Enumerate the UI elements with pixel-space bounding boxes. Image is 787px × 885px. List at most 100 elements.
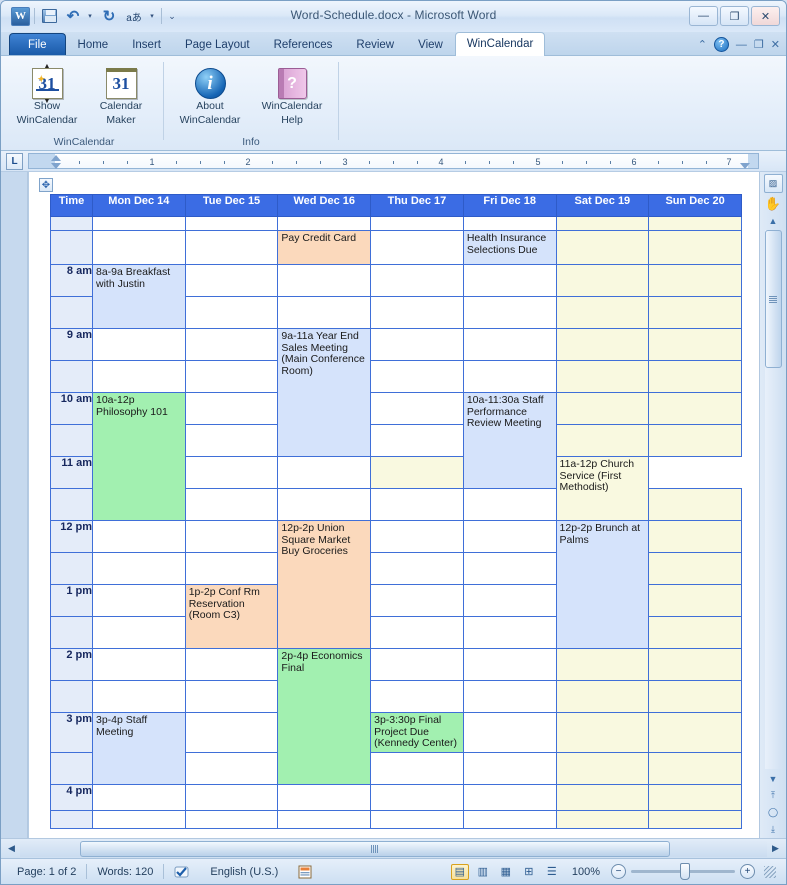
event-breakfast-with-justin[interactable]: 8a-9a Breakfast with Justin bbox=[92, 264, 186, 329]
event-philosophy-101[interactable]: 10a-12p Philosophy 101 bbox=[92, 392, 186, 521]
cell-sat-2pm[interactable] bbox=[555, 648, 650, 681]
previous-page-button[interactable]: ⤒ bbox=[763, 787, 784, 804]
proofing-check-icon[interactable] bbox=[164, 862, 200, 882]
cell-sun-1030am[interactable] bbox=[648, 424, 742, 457]
doc-close-icon[interactable]: ✕ bbox=[771, 38, 780, 51]
cell-thu-230pm[interactable] bbox=[370, 680, 464, 713]
cell-fri-9am[interactable] bbox=[462, 328, 557, 361]
cell-sun-4pm[interactable] bbox=[648, 783, 742, 811]
cell-thu-1030am[interactable] bbox=[370, 424, 464, 457]
cell-fri-430pm[interactable] bbox=[462, 809, 557, 829]
cell-sat-230pm[interactable] bbox=[555, 680, 650, 713]
event-conf-rm-reservation[interactable]: 1p-2p Conf Rm Reservation (Room C3) bbox=[184, 584, 279, 649]
restore-button[interactable]: ❐ bbox=[720, 6, 749, 26]
cell-tue-430pm[interactable] bbox=[184, 809, 279, 829]
cell-thu-330pm[interactable] bbox=[370, 751, 464, 785]
event-staff-meeting[interactable]: 3p-4p Staff Meeting bbox=[92, 712, 186, 785]
vertical-scroll-thumb[interactable] bbox=[764, 230, 782, 368]
cell-thu-allday[interactable] bbox=[370, 230, 464, 265]
cell-tue-8am[interactable] bbox=[184, 264, 279, 297]
cell-tue-12pm[interactable] bbox=[184, 520, 279, 553]
zoom-level[interactable]: 100% bbox=[566, 866, 606, 878]
weekly-schedule-table[interactable]: Time Mon Dec 14 Tue Dec 15 Wed Dec 16 Th… bbox=[50, 194, 742, 829]
cell-tue-9am[interactable] bbox=[184, 328, 279, 361]
horizontal-scrollbar[interactable]: ◀ ▶ bbox=[1, 838, 786, 858]
cell-sat-1130am[interactable] bbox=[648, 488, 742, 521]
cell-sat-1030am[interactable] bbox=[555, 424, 650, 457]
cell-tue-2pm[interactable] bbox=[184, 648, 279, 681]
show-wincalendar-button[interactable]: ▲ ✦ 31 ▼ Show WinCalendar bbox=[11, 62, 83, 129]
cell-tue-330pm[interactable] bbox=[184, 751, 279, 785]
first-line-indent-marker[interactable] bbox=[51, 155, 61, 161]
cell-sun-8am[interactable] bbox=[648, 264, 742, 297]
vertical-scrollbar[interactable]: ▨ ✋ ▲ ▼ ⤒ ◯ ⤓ bbox=[759, 172, 786, 838]
cell-sun-1pm[interactable] bbox=[648, 584, 742, 617]
cell-fri-1pm[interactable] bbox=[462, 584, 557, 617]
macro-record-icon[interactable] bbox=[288, 862, 323, 882]
cell-wed-830am[interactable] bbox=[277, 296, 372, 329]
cell-thu-10am[interactable] bbox=[370, 392, 464, 425]
cell-fri-1230pm[interactable] bbox=[462, 552, 557, 585]
cell-fri-830am[interactable] bbox=[462, 296, 557, 329]
cell-sat-830am[interactable] bbox=[555, 296, 650, 329]
resize-grip-icon[interactable] bbox=[764, 865, 776, 878]
cell-fri-4pm[interactable] bbox=[462, 783, 557, 811]
cell-sun-2pm[interactable] bbox=[648, 648, 742, 681]
cell-tue-1130am[interactable] bbox=[184, 488, 279, 521]
help-icon[interactable]: ? bbox=[713, 37, 729, 52]
cell-sun-430pm[interactable] bbox=[648, 809, 742, 829]
cell-sun-130pm[interactable] bbox=[648, 616, 742, 649]
cell-mon-930am[interactable] bbox=[92, 360, 186, 393]
scroll-up-button[interactable]: ▲ bbox=[763, 212, 784, 229]
tab-wincalendar[interactable]: WinCalendar bbox=[454, 32, 546, 56]
next-page-button[interactable]: ⤓ bbox=[763, 821, 784, 838]
cell-fri-230pm[interactable] bbox=[462, 680, 557, 713]
horizontal-scroll-thumb[interactable] bbox=[79, 840, 670, 857]
about-wincalendar-button[interactable]: i About WinCalendar bbox=[170, 65, 250, 129]
hand-icon[interactable]: ✋ bbox=[763, 195, 784, 212]
view-web-layout-button[interactable]: ▦ bbox=[497, 864, 515, 880]
doc-restore-icon[interactable]: ❐ bbox=[754, 38, 764, 51]
cell-mon-430pm[interactable] bbox=[92, 809, 186, 829]
event-union-square-market[interactable]: 12p-2p Union Square Market Buy Groceries bbox=[277, 520, 372, 649]
cell-thu-9am[interactable] bbox=[370, 328, 464, 361]
cell-mon-2pm[interactable] bbox=[92, 648, 186, 681]
cell-fri-allday-top[interactable] bbox=[462, 216, 557, 231]
minimize-button[interactable]: — bbox=[689, 6, 718, 26]
scroll-right-button[interactable]: ▶ bbox=[767, 841, 784, 857]
view-full-screen-reading-button[interactable]: ▥ bbox=[474, 864, 492, 880]
cell-wed-1130am[interactable] bbox=[277, 488, 372, 521]
zoom-out-button[interactable]: − bbox=[611, 864, 626, 879]
tab-page-layout[interactable]: Page Layout bbox=[173, 33, 262, 55]
cell-sat-8am[interactable] bbox=[555, 264, 650, 297]
tab-review[interactable]: Review bbox=[344, 33, 406, 55]
tab-references[interactable]: References bbox=[262, 33, 345, 55]
cell-sun-330pm[interactable] bbox=[648, 751, 742, 785]
event-health-insurance[interactable]: Health Insurance Selections Due bbox=[462, 230, 557, 265]
cell-sat-430pm[interactable] bbox=[555, 809, 650, 829]
horizontal-ruler[interactable]: 1 2 3 4 5 6 7 bbox=[28, 153, 759, 169]
cell-sun-230pm[interactable] bbox=[648, 680, 742, 713]
cell-sat-11am[interactable] bbox=[370, 456, 464, 489]
cell-sat-3pm[interactable] bbox=[555, 712, 650, 753]
wincalendar-help-button[interactable]: ? WinCalendar Help bbox=[252, 65, 332, 129]
tab-view[interactable]: View bbox=[406, 33, 455, 55]
tab-home[interactable]: Home bbox=[66, 33, 121, 55]
cell-tue-3pm[interactable] bbox=[184, 712, 279, 753]
cell-mon-130pm[interactable] bbox=[92, 616, 186, 649]
cell-thu-allday-top[interactable] bbox=[370, 216, 464, 231]
cell-mon-allday-top[interactable] bbox=[92, 216, 186, 231]
tab-file[interactable]: File bbox=[9, 33, 66, 55]
cell-sun-allday-top[interactable] bbox=[648, 216, 742, 231]
cell-tue-10am[interactable] bbox=[184, 392, 279, 425]
close-button[interactable]: ✕ bbox=[751, 6, 780, 26]
cell-sun-930am[interactable] bbox=[648, 360, 742, 393]
cell-tue-1230pm[interactable] bbox=[184, 552, 279, 585]
cell-thu-1230pm[interactable] bbox=[370, 552, 464, 585]
cell-sat-10am[interactable] bbox=[555, 392, 650, 425]
table-move-handle[interactable]: ✥ bbox=[39, 178, 53, 192]
cell-fri-130pm[interactable] bbox=[462, 616, 557, 649]
view-outline-button[interactable]: ⊞ bbox=[520, 864, 538, 880]
cell-sun-830am[interactable] bbox=[648, 296, 742, 329]
cell-tue-930am[interactable] bbox=[184, 360, 279, 393]
